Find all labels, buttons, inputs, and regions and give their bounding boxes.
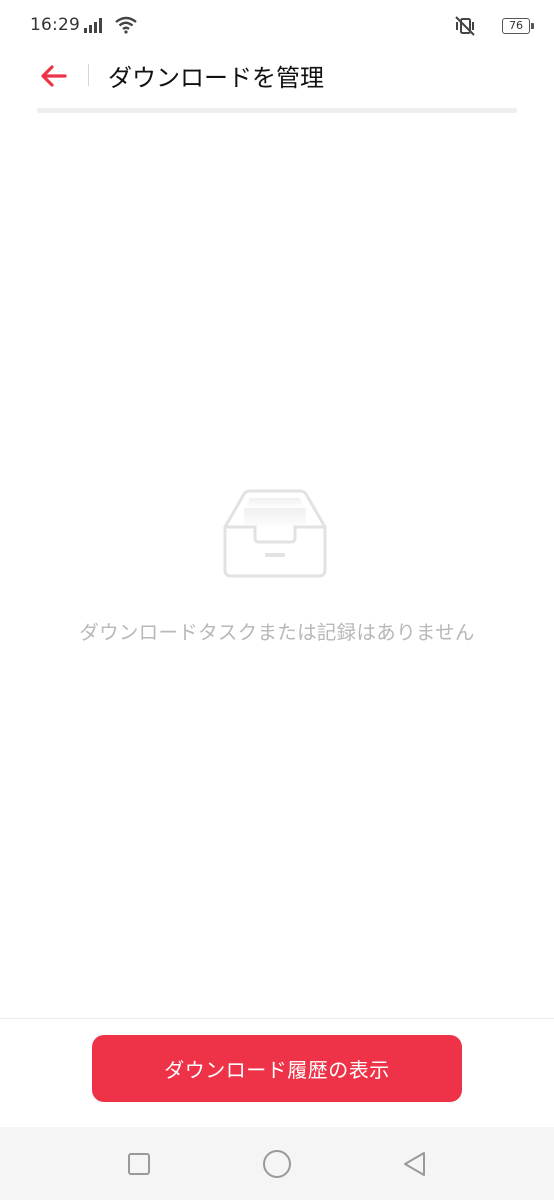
navigation-bar: [0, 1127, 554, 1200]
bottom-bar: ダウンロード履歴の表示: [0, 1018, 554, 1127]
battery-icon: 76: [502, 18, 534, 34]
vibrate-silent-icon: [455, 16, 475, 36]
signal-icon: [84, 18, 102, 33]
header-divider: [88, 64, 89, 86]
progress-track: [37, 108, 517, 113]
back-icon: [404, 1152, 425, 1176]
nav-back-button[interactable]: [400, 1149, 430, 1179]
home-icon: [263, 1150, 291, 1178]
status-time: 16:29: [30, 15, 80, 35]
home-button[interactable]: [262, 1149, 292, 1179]
wifi-icon: [115, 16, 137, 34]
page-title: ダウンロードを管理: [108, 64, 324, 92]
status-bar: 16:29 76: [0, 0, 554, 54]
view-download-history-button[interactable]: ダウンロード履歴の表示: [92, 1035, 462, 1102]
recent-apps-icon: [128, 1153, 150, 1175]
empty-message: ダウンロードタスクまたは記録はありません: [79, 621, 475, 644]
app-header: ダウンロードを管理: [0, 54, 554, 102]
back-arrow-icon: [41, 65, 67, 87]
status-left-icons: [83, 16, 138, 35]
empty-tray-icon: [223, 489, 327, 578]
back-button[interactable]: [38, 60, 70, 92]
recent-apps-button[interactable]: [124, 1149, 154, 1179]
